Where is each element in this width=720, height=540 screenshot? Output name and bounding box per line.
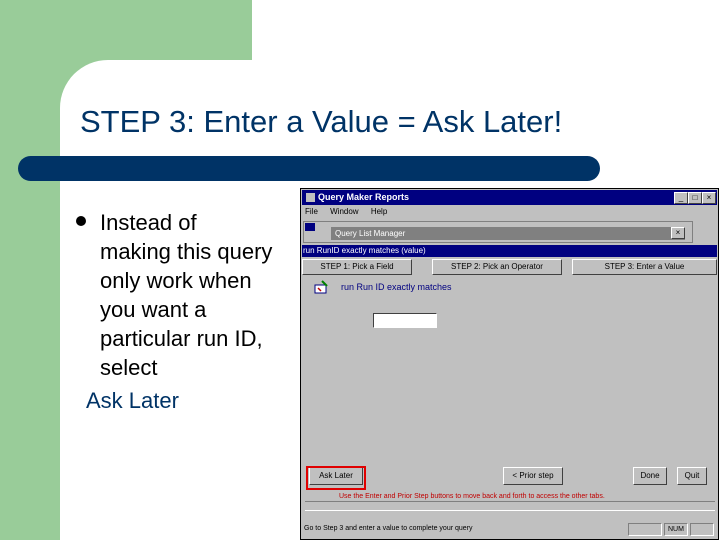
menu-help[interactable]: Help xyxy=(371,207,387,216)
status-indicator-empty-2 xyxy=(690,523,714,536)
value-input[interactable] xyxy=(373,313,437,328)
tab-step-2[interactable]: STEP 2: Pick an Operator xyxy=(432,259,562,275)
field-icon xyxy=(313,279,329,295)
minimize-button[interactable]: _ xyxy=(674,192,688,204)
close-button[interactable]: × xyxy=(702,192,716,204)
menu-bar: File Window Help xyxy=(305,207,397,219)
done-button[interactable]: Done xyxy=(633,467,667,485)
query-expression: run RunID exactly matches (value) xyxy=(303,246,426,255)
query-maker-window: Query Maker Reports _ □ × File Window He… xyxy=(300,188,719,540)
bullet-text: Instead of making this query only work w… xyxy=(100,210,273,380)
title-underline-bar xyxy=(18,156,600,181)
query-expression-bar: run RunID exactly matches (value) xyxy=(302,245,717,257)
prior-step-button[interactable]: < Prior step xyxy=(503,467,563,485)
field-match-label: run Run ID exactly matches xyxy=(341,282,452,292)
status-indicator-empty xyxy=(628,523,662,536)
tab-step-1[interactable]: STEP 1: Pick a Field xyxy=(302,259,412,275)
status-bar: Go to Step 3 and enter a value to comple… xyxy=(302,522,717,539)
maximize-button[interactable]: □ xyxy=(688,192,702,204)
menu-window[interactable]: Window xyxy=(330,207,358,216)
status-num-indicator: NUM xyxy=(664,523,688,536)
step-tabs: STEP 1: Pick a Field STEP 2: Pick an Ope… xyxy=(302,259,717,275)
subwindow-titlebar[interactable]: Query List Manager × xyxy=(331,227,685,240)
bullet-dot xyxy=(76,216,86,226)
divider xyxy=(305,501,715,511)
quit-button[interactable]: Quit xyxy=(677,467,707,485)
ask-later-text: Ask Later xyxy=(86,388,179,413)
menu-file[interactable]: File xyxy=(305,207,318,216)
app-icon xyxy=(306,193,315,202)
window-title: Query Maker Reports xyxy=(318,192,410,202)
hint-text: Use the Enter and Prior Step buttons to … xyxy=(339,493,605,500)
status-message: Go to Step 3 and enter a value to comple… xyxy=(304,525,473,532)
tab-step-3[interactable]: STEP 3: Enter a Value xyxy=(572,259,717,275)
slide-title: STEP 3: Enter a Value = Ask Later! xyxy=(80,104,563,139)
ask-later-highlight xyxy=(306,466,366,490)
subwindow-close-button[interactable]: × xyxy=(671,227,685,239)
subwindow-title: Query List Manager xyxy=(335,229,406,238)
window-titlebar[interactable]: Query Maker Reports _ □ × xyxy=(302,190,717,205)
subwindow-icon xyxy=(305,223,315,231)
